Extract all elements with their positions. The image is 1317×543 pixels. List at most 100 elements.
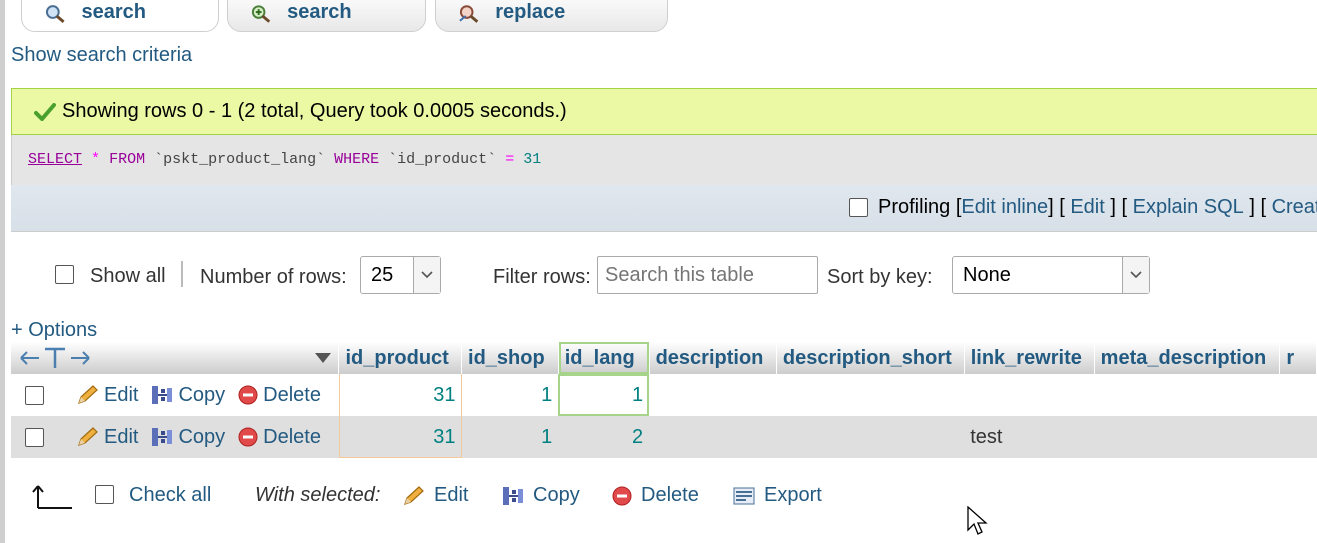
cell-id-lang[interactable]: 2 <box>558 416 650 458</box>
row-copy-button[interactable]: Copy <box>150 384 225 407</box>
cell-description-short[interactable] <box>776 416 965 458</box>
bulk-edit-button[interactable]: Edit <box>402 484 468 507</box>
row-actions: Edit Copy Delete <box>11 416 339 458</box>
copy-icon <box>152 428 173 446</box>
dropdown-triangle-icon[interactable] <box>314 352 332 364</box>
table-row: Edit Copy Delete 31 1 1 <box>11 374 1317 416</box>
cell-description[interactable] <box>649 416 777 458</box>
rows-per-page-value: 25 <box>371 263 394 286</box>
sql-action-bar: Profiling [Edit inline] [ Edit ] [ Expla… <box>11 185 1317 232</box>
sql-operator: = <box>505 151 515 168</box>
cell-id-shop[interactable]: 1 <box>461 374 559 416</box>
sql-star: * <box>91 151 101 168</box>
pencil-icon <box>78 427 98 446</box>
sql-where-keyword: WHERE <box>334 151 380 168</box>
column-header-description[interactable]: description <box>649 342 777 374</box>
message-text: Showing rows 0 - 1 (2 total, Query took … <box>62 100 567 122</box>
row-actions: Edit Copy Delete <box>11 374 339 416</box>
rows-label: Number of rows: <box>200 266 347 288</box>
column-header-id-product[interactable]: id_product <box>338 342 463 374</box>
pencil-icon <box>404 485 424 505</box>
tab-find-replace[interactable]: Find and replace <box>435 0 668 32</box>
bulk-delete-button[interactable]: Delete <box>611 484 699 507</box>
column-header-link-rewrite[interactable]: link_rewrite <box>964 342 1095 374</box>
sort-label: Sort by key: <box>827 266 933 288</box>
cell-id-lang[interactable]: 1 <box>558 374 650 416</box>
copy-icon <box>503 486 523 505</box>
cell-meta-description[interactable] <box>1094 416 1280 458</box>
rows-per-page-select[interactable]: 25 <box>360 256 441 294</box>
cell-description[interactable] <box>649 374 777 416</box>
row-edit-button[interactable]: Edit <box>76 384 138 407</box>
cell-id-shop[interactable]: 1 <box>461 416 559 458</box>
navigation-bar: Show all Number of rows: 25 Filter rows:… <box>0 255 1317 295</box>
bulk-copy-button[interactable]: Copy <box>501 484 580 507</box>
cell-link-rewrite[interactable]: test <box>964 416 1095 458</box>
row-delete-button[interactable]: Delete <box>237 426 321 449</box>
filter-label: Filter rows: <box>493 266 591 288</box>
sort-by-key-select[interactable]: None <box>952 256 1150 294</box>
sql-table-name: `pskt_product_lang` <box>154 151 326 168</box>
sql-query: SELECT * FROM `pskt_product_lang` WHERE … <box>11 135 1317 185</box>
row-delete-button[interactable]: Delete <box>237 384 321 407</box>
cell-link-rewrite[interactable] <box>964 374 1095 416</box>
profiling-checkbox[interactable] <box>849 198 868 217</box>
bulk-export-button[interactable]: Export <box>732 484 822 507</box>
copy-icon <box>152 386 173 404</box>
success-message: Showing rows 0 - 1 (2 total, Query took … <box>11 88 1317 135</box>
arrow-up-left-icon <box>32 485 72 509</box>
row-checkbox[interactable] <box>25 427 44 447</box>
column-header-id-lang[interactable]: id_lang <box>558 342 650 374</box>
find-replace-icon <box>459 5 479 23</box>
mouse-cursor-icon <box>967 506 988 535</box>
row-edit-button[interactable]: Edit <box>76 426 138 449</box>
column-controls <box>11 342 340 374</box>
show-all-checkbox[interactable] <box>55 265 74 284</box>
column-resize-arrows-icon[interactable] <box>19 346 91 370</box>
divider <box>181 261 183 287</box>
column-header-meta-description[interactable]: meta_description <box>1094 342 1281 374</box>
zoom-icon <box>251 5 271 23</box>
sql-column-name: `id_product` <box>388 151 497 168</box>
explain-sql-link[interactable]: Explain SQL <box>1133 196 1244 219</box>
check-all-checkbox[interactable] <box>95 485 114 504</box>
show-search-criteria-link[interactable]: Show search criteria <box>11 44 192 67</box>
show-all-label: Show all <box>90 265 166 287</box>
export-icon <box>733 487 755 504</box>
tab-table-search[interactable]: Table search <box>21 0 219 32</box>
results-table: id_product id_shop id_lang description d… <box>11 342 1317 458</box>
sql-select-keyword[interactable]: SELECT <box>28 151 82 168</box>
chevron-down-icon <box>1122 257 1149 293</box>
sort-by-key-value: None <box>963 263 1011 286</box>
edit-inline-link[interactable]: Edit inline <box>961 196 1048 219</box>
row-copy-button[interactable]: Copy <box>150 426 225 449</box>
cell-id-product[interactable]: 31 <box>338 416 462 458</box>
search-icon <box>45 5 65 23</box>
chevron-down-icon <box>413 257 440 293</box>
options-link[interactable]: + Options <box>11 319 97 342</box>
column-header-id-shop[interactable]: id_shop <box>461 342 559 374</box>
delete-icon <box>238 427 258 447</box>
cell-description-short[interactable] <box>776 374 965 416</box>
create-php-link[interactable]: Create <box>1272 196 1317 219</box>
check-all-link[interactable]: Check all <box>129 484 211 507</box>
with-selected-label: With selected: <box>255 484 381 506</box>
cell-id-product[interactable]: 31 <box>338 374 462 416</box>
column-header-description-short[interactable]: description_short <box>776 342 965 374</box>
profiling-label: Profiling <box>878 196 951 218</box>
table-row: Edit Copy Delete 31 1 2 test <box>11 416 1317 458</box>
filter-rows-input[interactable] <box>597 256 818 294</box>
cell-truncated[interactable] <box>1279 374 1317 416</box>
delete-icon <box>238 385 258 405</box>
check-icon <box>34 102 56 121</box>
column-header-truncated[interactable]: r <box>1279 342 1317 374</box>
tab-zoom-search[interactable]: Zoom search <box>227 0 426 32</box>
edit-link[interactable]: Edit <box>1070 196 1104 219</box>
cell-meta-description[interactable] <box>1094 374 1280 416</box>
sql-from-keyword: FROM <box>109 151 146 168</box>
delete-icon <box>612 486 632 505</box>
table-header-row: id_product id_shop id_lang description d… <box>11 342 1317 374</box>
pencil-icon <box>78 385 98 404</box>
cell-truncated[interactable] <box>1279 416 1317 458</box>
row-checkbox[interactable] <box>25 385 44 405</box>
